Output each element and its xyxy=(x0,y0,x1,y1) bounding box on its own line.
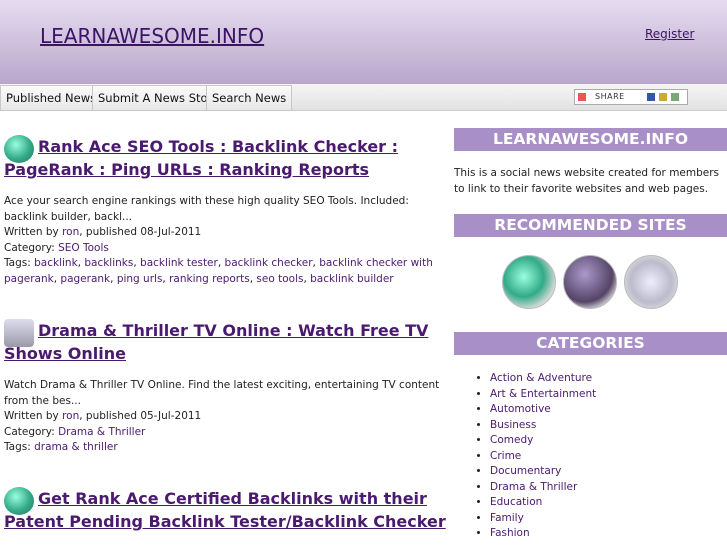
tag-link[interactable]: backlinks xyxy=(84,257,133,269)
list-item: Drama & Thriller xyxy=(490,480,596,496)
category-link[interactable]: Documentary xyxy=(490,465,561,477)
nav-search-news[interactable]: Search News xyxy=(206,85,293,111)
tag-link[interactable]: seo tools xyxy=(256,273,303,285)
register-link[interactable]: Register xyxy=(645,27,694,41)
site-header: LEARNAWESOME.INFO Register xyxy=(0,0,727,84)
tag-link[interactable]: ranking reports xyxy=(169,273,250,285)
rankace-site-icon[interactable] xyxy=(502,255,556,309)
story-excerpt: Watch Drama & Thriller TV Online. Find t… xyxy=(4,379,440,407)
story-category: Category: SEO Tools xyxy=(4,241,109,254)
list-item: Art & Entertainment xyxy=(490,387,596,403)
category-link[interactable]: Drama & Thriller xyxy=(58,426,145,438)
site-title-link[interactable]: LEARNAWESOME.INFO xyxy=(40,24,264,48)
tag-link[interactable]: backlink xyxy=(34,257,78,269)
tv-story-icon xyxy=(4,319,34,347)
story-headline[interactable]: Get Rank Ace Certified Backlinks with th… xyxy=(4,487,449,533)
sidebar-site-heading: LEARNAWESOME.INFO xyxy=(454,128,727,151)
delicious-icon xyxy=(647,93,655,101)
tag-link[interactable]: ping urls xyxy=(117,273,163,285)
category-link[interactable]: Family xyxy=(490,512,524,524)
category-link[interactable]: Action & Adventure xyxy=(490,372,592,384)
list-item: Family xyxy=(490,511,596,527)
tag-link[interactable]: drama & thriller xyxy=(34,441,118,453)
category-link[interactable]: Crime xyxy=(490,450,521,462)
story-category: Category: Drama & Thriller xyxy=(4,425,146,438)
rankace-story-icon xyxy=(4,487,34,515)
category-link[interactable]: Comedy xyxy=(490,434,533,446)
bookmark-icon xyxy=(671,93,679,101)
news-story: Rank Ace SEO Tools : Backlink Checker : … xyxy=(4,135,449,287)
list-item: Education xyxy=(490,495,596,511)
author-link[interactable]: ron xyxy=(62,410,79,422)
story-headline[interactable]: Drama & Thriller TV Online : Watch Free … xyxy=(4,319,449,365)
category-link[interactable]: SEO Tools xyxy=(58,242,109,254)
story-tags: Tags: drama & thriller xyxy=(4,441,118,453)
category-link[interactable]: Art & Entertainment xyxy=(490,388,596,400)
list-item: Automotive xyxy=(490,402,596,418)
story-byline: Written by ron, published 05-Jul-2011 xyxy=(4,410,202,422)
tv-site-icon[interactable] xyxy=(624,255,678,309)
list-item: Fashion xyxy=(490,526,596,542)
list-item: Business xyxy=(490,418,596,434)
tag-link[interactable]: pagerank xyxy=(60,273,110,285)
story-excerpt: Ace your search engine rankings with the… xyxy=(4,195,409,223)
digg-icon xyxy=(659,93,667,101)
news-story: Drama & Thriller TV Online : Watch Free … xyxy=(4,319,449,456)
news-story: Get Rank Ace Certified Backlinks with th… xyxy=(4,487,449,533)
rankace-story-icon xyxy=(4,135,34,163)
list-item: Comedy xyxy=(490,433,596,449)
nav-published-news[interactable]: Published News xyxy=(0,85,103,111)
category-link[interactable]: Drama & Thriller xyxy=(490,481,577,493)
share-icon xyxy=(578,93,586,101)
share-button[interactable]: SHARE xyxy=(574,89,688,105)
list-item: Crime xyxy=(490,449,596,465)
recommended-sites-heading: RECOMMENDED SITES xyxy=(454,214,727,237)
sphere-site-icon[interactable] xyxy=(563,255,617,309)
list-item: Action & Adventure xyxy=(490,371,596,387)
category-list: Action & Adventure Art & Entertainment A… xyxy=(470,371,596,542)
category-link[interactable]: Business xyxy=(490,419,536,431)
share-label: SHARE xyxy=(595,92,625,101)
category-link[interactable]: Automotive xyxy=(490,403,551,415)
categories-heading: CATEGORIES xyxy=(454,332,727,355)
list-item: Documentary xyxy=(490,464,596,480)
tag-link[interactable]: backlink checker xyxy=(225,257,313,269)
story-byline: Written by ron, published 08-Jul-2011 xyxy=(4,226,202,238)
author-link[interactable]: ron xyxy=(62,226,79,238)
category-link[interactable]: Education xyxy=(490,496,542,508)
story-headline[interactable]: Rank Ace SEO Tools : Backlink Checker : … xyxy=(4,135,449,181)
tag-link[interactable]: backlink builder xyxy=(310,273,393,285)
story-tags: Tags: backlink, backlinks, backlink test… xyxy=(4,257,433,285)
tag-link[interactable]: backlink tester xyxy=(140,257,218,269)
site-description: This is a social news website created fo… xyxy=(454,167,720,195)
category-link[interactable]: Fashion xyxy=(490,527,530,539)
